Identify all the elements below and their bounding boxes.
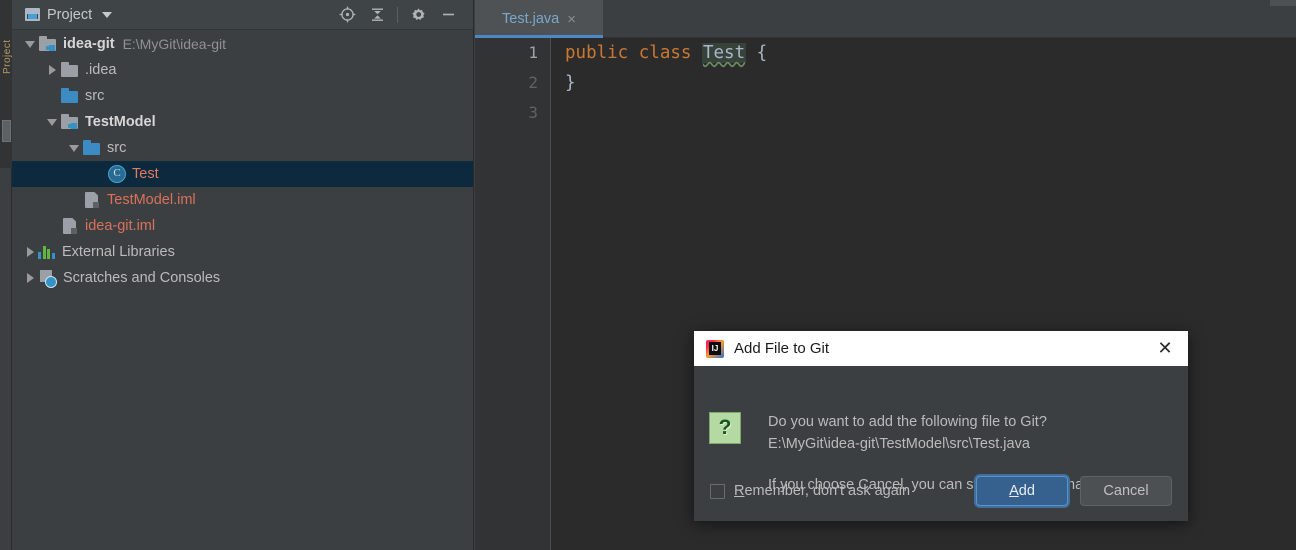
question-mark-icon: ?: [709, 412, 741, 444]
locate-target-icon[interactable]: [332, 2, 362, 28]
folder-blue-icon: [82, 138, 102, 158]
project-window-icon: [25, 8, 40, 21]
stripe-scroll-nub[interactable]: [2, 120, 11, 142]
remember-checkbox-label: Remember, don't ask again: [734, 483, 910, 499]
module-icon: [38, 34, 58, 54]
project-tree[interactable]: idea-git E:\MyGit\idea-git .idea src Tes…: [12, 31, 473, 550]
line-number: 2: [528, 73, 538, 92]
remember-checkbox-row[interactable]: Remember, don't ask again: [710, 483, 910, 499]
tree-row-testmodel-iml[interactable]: TestModel.iml: [12, 187, 473, 213]
tool-window-stripe-left: Project: [0, 0, 13, 550]
code-punctuation: {: [746, 43, 768, 63]
toolbar-divider: [397, 6, 398, 23]
project-panel-title: Project: [47, 6, 93, 23]
code-class-name: Test: [701, 43, 747, 63]
mnemonic-letter: R: [734, 483, 745, 499]
module-icon: [60, 112, 80, 132]
line-number-gutter: 1 2 3: [475, 38, 551, 550]
project-tool-window: Project idea-git E:\MyGit\idea-git .idea…: [12, 0, 474, 550]
add-button[interactable]: Add: [976, 476, 1068, 506]
tree-module-path: E:\MyGit\idea-git: [122, 36, 227, 52]
editor-tab-bar: Test.java ×: [475, 0, 1296, 38]
idea-window: Project Project idea-git E:\MyGit\idea-g…: [0, 0, 1296, 550]
libraries-icon: [38, 242, 56, 262]
tree-row-src[interactable]: src: [12, 83, 473, 109]
tree-label: src: [85, 88, 105, 104]
folder-blue-icon: [60, 86, 80, 106]
dialog-message-line2: E:\MyGit\idea-git\TestModel\src\Test.jav…: [768, 436, 1030, 452]
tree-row-idea-folder[interactable]: .idea: [12, 57, 473, 83]
close-icon[interactable]: ×: [567, 12, 576, 27]
mnemonic-letter: A: [1009, 483, 1019, 499]
tree-label: Test: [132, 166, 159, 182]
tree-row-testmodel[interactable]: TestModel: [12, 109, 473, 135]
add-file-to-git-dialog: Add File to Git ✕ ? Do you want to add t…: [694, 331, 1188, 521]
dialog-title-bar: Add File to Git ✕: [694, 331, 1188, 366]
line-number: 1: [528, 43, 538, 62]
expand-arrow-right-icon[interactable]: [24, 265, 38, 291]
expand-arrow-right-icon[interactable]: [24, 239, 38, 265]
dialog-message-line1: Do you want to add the following file to…: [768, 414, 1047, 430]
dialog-footer: Remember, don't ask again Add Cancel: [694, 469, 1188, 513]
tree-row-ideagit-iml[interactable]: idea-git.iml: [12, 213, 473, 239]
tree-label: src: [107, 140, 127, 156]
expand-arrow-down-icon[interactable]: [46, 109, 60, 135]
tree-row-test-class[interactable]: C Test: [12, 161, 473, 187]
dialog-buttons: Add Cancel: [976, 476, 1172, 506]
dialog-message: Do you want to add the following file to…: [768, 411, 1047, 455]
tree-row-idea-git[interactable]: idea-git E:\MyGit\idea-git: [12, 31, 473, 57]
tab-test-java[interactable]: Test.java ×: [475, 0, 603, 38]
tree-label: TestModel.iml: [107, 192, 196, 208]
label-rest: emember, don't ask again: [744, 483, 911, 499]
iml-file-icon: [60, 216, 80, 236]
project-panel-toolbar: [332, 2, 473, 28]
expand-arrow-down-icon[interactable]: [68, 135, 82, 161]
tree-label: .idea: [85, 62, 117, 78]
remember-checkbox[interactable]: [710, 483, 725, 499]
tree-label: idea-git: [63, 36, 115, 52]
tree-row-external-libraries[interactable]: External Libraries: [12, 239, 473, 265]
project-panel-title-group[interactable]: Project: [12, 6, 113, 23]
tree-label: TestModel: [85, 114, 156, 130]
expand-arrow-down-icon[interactable]: [24, 31, 38, 57]
java-class-icon: C: [108, 165, 126, 183]
line-number: 3: [528, 103, 538, 122]
tree-label: Scratches and Consoles: [63, 270, 221, 286]
code-line-1: public class Test {: [565, 38, 1296, 68]
tree-row-scratches[interactable]: Scratches and Consoles: [12, 265, 473, 291]
tab-label: Test.java: [502, 11, 560, 27]
iml-file-icon: [82, 190, 102, 210]
scratches-icon: [38, 268, 58, 288]
intellij-idea-logo-icon: [706, 339, 724, 358]
window-edge-artifact: [1270, 0, 1296, 6]
chevron-down-icon[interactable]: [102, 11, 113, 18]
code-line-2: }: [565, 68, 1296, 98]
close-icon[interactable]: ✕: [1150, 334, 1180, 364]
label-rest: dd: [1018, 483, 1035, 499]
project-panel-header: Project: [12, 0, 473, 30]
folder-grey-icon: [60, 60, 80, 80]
collapse-all-icon[interactable]: [362, 2, 392, 28]
tree-label: idea-git.iml: [85, 218, 156, 234]
dialog-title: Add File to Git: [734, 340, 830, 357]
code-punctuation: }: [565, 73, 576, 93]
expand-arrow-right-icon[interactable]: [46, 57, 60, 83]
tree-row-testmodel-src[interactable]: src: [12, 135, 473, 161]
settings-gear-icon[interactable]: [403, 2, 433, 28]
tree-label: External Libraries: [62, 244, 175, 260]
code-keyword: public class: [565, 43, 702, 63]
cancel-button[interactable]: Cancel: [1080, 476, 1172, 506]
dialog-body: ? Do you want to add the following file …: [694, 366, 1188, 521]
minimize-icon[interactable]: [433, 2, 463, 28]
